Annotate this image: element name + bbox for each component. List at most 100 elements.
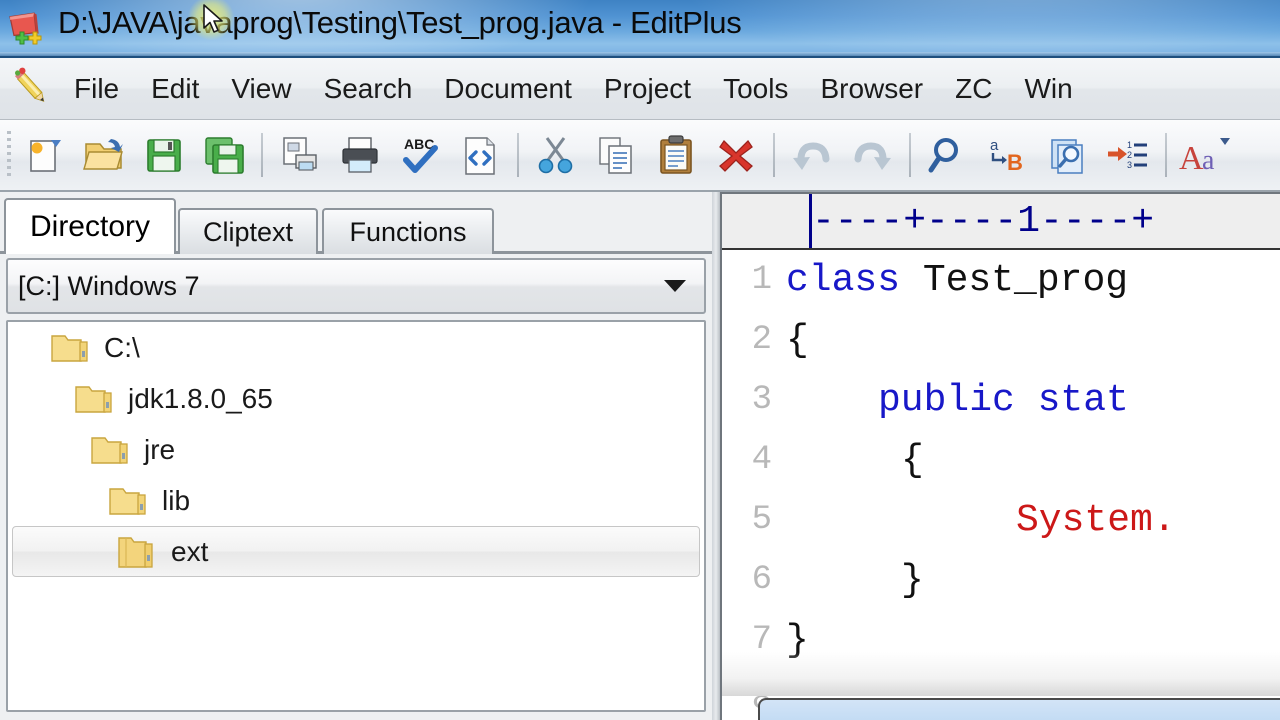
paste-icon[interactable] xyxy=(646,127,706,183)
tab-functions-label: Functions xyxy=(349,216,467,247)
drive-select[interactable]: [C:] Windows 7 xyxy=(6,258,706,314)
menu-zc[interactable]: ZC xyxy=(939,73,1008,105)
mouse-cursor xyxy=(203,4,225,36)
window-title: D:\JAVA\javaprog\Testing\Test_prog.java … xyxy=(58,5,742,40)
font-color-icon[interactable]: A a xyxy=(1174,127,1234,183)
menu-document[interactable]: Document xyxy=(428,73,588,105)
replace-icon[interactable]: a B xyxy=(978,127,1038,183)
tree-item-c-drive[interactable]: C:\ xyxy=(8,322,704,373)
toolbar-separator xyxy=(773,133,775,177)
code-line[interactable]: 1 class Test_prog xyxy=(722,250,1280,310)
editor-ruler: ----+----1----+ xyxy=(722,194,1280,250)
svg-text:B: B xyxy=(1007,150,1023,175)
code-keyword: class xyxy=(786,258,923,302)
code-line[interactable]: 2 { xyxy=(722,310,1280,370)
menu-file[interactable]: File xyxy=(58,73,135,105)
toolbar-separator xyxy=(909,133,911,177)
horizontal-scrollbar[interactable] xyxy=(758,698,1280,720)
line-number: 3 xyxy=(751,381,772,419)
tree-item-lib[interactable]: lib xyxy=(8,475,704,526)
copy-icon[interactable] xyxy=(586,127,646,183)
folder-icon xyxy=(90,433,130,467)
sidebar-tabstrip: Directory Cliptext Functions xyxy=(0,192,712,254)
print-preview-icon[interactable] xyxy=(270,127,330,183)
menu-search[interactable]: Search xyxy=(308,73,429,105)
save-icon[interactable] xyxy=(134,127,194,183)
code-text: } xyxy=(901,558,924,602)
menu-project[interactable]: Project xyxy=(588,73,707,105)
code-text: { xyxy=(901,438,924,482)
tab-functions[interactable]: Functions xyxy=(322,208,494,254)
line-number: 6 xyxy=(751,561,772,599)
toolbar-separator xyxy=(261,133,263,177)
line-numbers-icon[interactable]: 1 2 3 xyxy=(1098,127,1158,183)
line-number: 1 xyxy=(751,261,772,299)
folder-open-icon xyxy=(117,535,157,569)
code-line[interactable]: 5 System. xyxy=(722,490,1280,550)
print-icon[interactable] xyxy=(330,127,390,183)
open-file-icon[interactable] xyxy=(74,127,134,183)
main-toolbar: ABC a B 1 2 3 A a xyxy=(0,120,1280,192)
find-icon[interactable] xyxy=(918,127,978,183)
svg-text:3: 3 xyxy=(1127,160,1132,170)
code-text: System. xyxy=(1016,498,1176,542)
tab-cliptext-label: Cliptext xyxy=(202,216,294,247)
line-number: 2 xyxy=(751,321,772,359)
code-text: public stat xyxy=(786,379,1129,422)
code-line[interactable]: 6 } xyxy=(722,550,1280,610)
html-tag-icon[interactable] xyxy=(450,127,510,183)
folder-icon xyxy=(50,331,90,365)
drive-select-value: [C:] Windows 7 xyxy=(18,270,200,301)
chevron-down-icon[interactable] xyxy=(664,280,686,292)
code-text: class Test_prog xyxy=(786,259,1128,302)
cut-icon[interactable] xyxy=(526,127,586,183)
tree-item-label: C:\ xyxy=(104,331,140,363)
spell-check-icon[interactable]: ABC xyxy=(390,127,450,183)
ruler-scale: ----+----1----+ xyxy=(812,199,1155,243)
window-titlebar: D:\JAVA\javaprog\Testing\Test_prog.java … xyxy=(0,0,1280,58)
code-keyword: public stat xyxy=(878,378,1129,422)
tab-cliptext[interactable]: Cliptext xyxy=(178,208,318,254)
save-all-icon[interactable] xyxy=(194,127,254,183)
ruler-gutter xyxy=(722,194,812,248)
panel-splitter[interactable] xyxy=(712,192,720,720)
tree-item-label: jre xyxy=(144,433,176,465)
code-line[interactable]: 3 public stat xyxy=(722,370,1280,430)
pencil-icon xyxy=(6,66,58,112)
code-lines[interactable]: 1 class Test_prog 2 { 3 public stat 4 { … xyxy=(722,250,1280,720)
tree-item-label: lib xyxy=(162,484,191,516)
editor-bottom-shade xyxy=(722,652,1280,696)
menu-window[interactable]: Win xyxy=(1008,73,1088,105)
toolbar-separator xyxy=(517,133,519,177)
tree-item-jdk[interactable]: jdk1.8.0_65 xyxy=(8,373,704,424)
tree-item-ext[interactable]: ext xyxy=(12,526,700,577)
menu-browser[interactable]: Browser xyxy=(804,73,939,105)
directory-tree[interactable]: C:\ jdk1.8.0_65 jre lib ext xyxy=(6,320,706,712)
tab-directory-label: Directory xyxy=(29,210,150,243)
new-file-icon[interactable] xyxy=(14,127,74,183)
code-line[interactable]: 4 { xyxy=(722,430,1280,490)
toolbar-separator xyxy=(1165,133,1167,177)
tree-item-jre[interactable]: jre xyxy=(8,424,704,475)
redo-icon xyxy=(842,127,902,183)
svg-text:a: a xyxy=(990,137,999,154)
line-number: 5 xyxy=(751,501,772,539)
toolbar-grip[interactable] xyxy=(4,131,14,179)
folder-icon xyxy=(74,382,114,416)
code-text: { xyxy=(786,318,809,362)
editplus-icon xyxy=(6,8,48,50)
tab-directory[interactable]: Directory xyxy=(4,198,176,254)
tree-item-label: ext xyxy=(171,535,209,567)
code-editor[interactable]: ----+----1----+ 1 class Test_prog 2 { 3 … xyxy=(720,192,1280,720)
svg-text:a: a xyxy=(1202,145,1215,176)
delete-icon[interactable] xyxy=(706,127,766,183)
find-in-files-icon[interactable] xyxy=(1038,127,1098,183)
menu-tools[interactable]: Tools xyxy=(707,73,804,105)
svg-text:1: 1 xyxy=(1127,140,1132,150)
folder-icon xyxy=(108,484,148,518)
menu-view[interactable]: View xyxy=(215,73,307,105)
tree-item-label: jdk1.8.0_65 xyxy=(128,382,273,414)
menu-edit[interactable]: Edit xyxy=(135,73,215,105)
drive-select-wrapper: [C:] Windows 7 xyxy=(6,258,706,314)
code-identifier: Test_prog xyxy=(922,258,1129,302)
